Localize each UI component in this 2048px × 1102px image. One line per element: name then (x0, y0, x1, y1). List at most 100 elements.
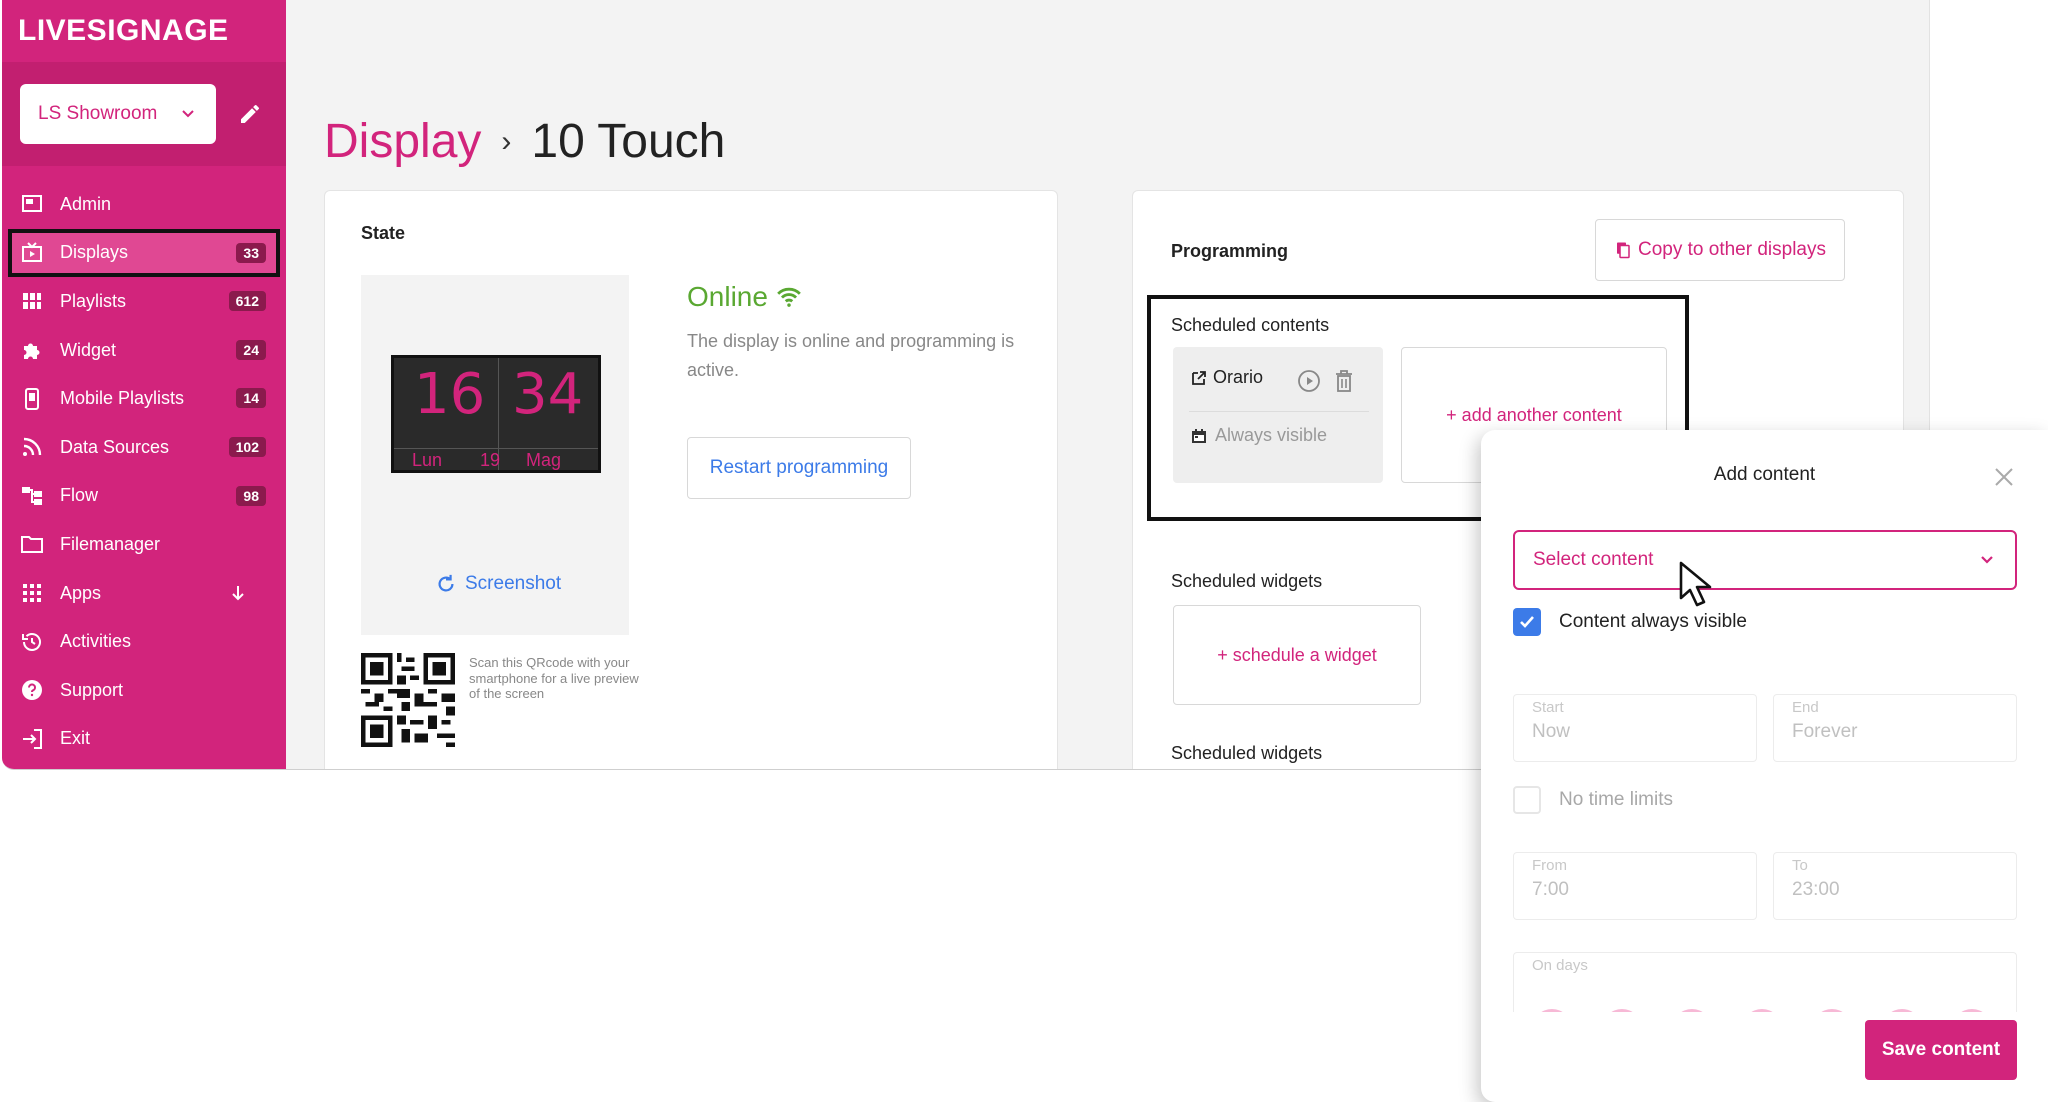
save-content-button[interactable]: Save content (1865, 1020, 2017, 1080)
day-toggle[interactable] (1812, 1009, 1852, 1012)
close-icon[interactable] (1993, 466, 2015, 488)
sidebar-item-label: Mobile Playlists (60, 388, 185, 409)
tile-divider (1189, 411, 1369, 412)
sidebar-item-label: Data Sources (60, 436, 170, 457)
sidebar-item-data-sources[interactable]: Data Sources 102 (2, 423, 286, 472)
sidebar-item-apps[interactable]: Apps (2, 569, 286, 618)
refresh-icon (438, 574, 454, 592)
external-link-icon (1192, 370, 1206, 385)
end-label: End (1792, 699, 1819, 716)
state-title: State (361, 223, 406, 243)
history-icon (22, 632, 41, 651)
monitor-icon (22, 195, 42, 213)
sidebar-item-displays[interactable]: Displays 33 (8, 228, 280, 278)
qr-code-icon (361, 653, 455, 747)
screenshot-label: Screenshot (465, 573, 562, 594)
chevron-down-icon (1981, 556, 1993, 564)
sidebar-item-exit[interactable]: Exit (2, 715, 286, 764)
folder-icon (21, 536, 43, 554)
days-label: On days (1532, 957, 1588, 974)
tenant-select[interactable]: LS Showroom (20, 84, 216, 144)
content-item[interactable]: Orario Always visible (1173, 347, 1383, 483)
qr-instructions: Scan this QRcode with your smartphone fo… (469, 655, 639, 702)
panel-title: Add content (1713, 464, 1816, 485)
puzzle-icon (24, 343, 40, 360)
breadcrumb-section[interactable]: Display (324, 114, 481, 169)
always-visible-checkbox[interactable] (1513, 608, 1541, 636)
scheduled-widgets-label-2: Scheduled widgets (1171, 743, 1323, 763)
count-badge: 102 (228, 436, 266, 457)
sidebar-item-filemanager[interactable]: Filemanager (2, 520, 286, 569)
from-label: From (1532, 857, 1567, 874)
no-time-limits-label: No time limits (1559, 789, 1674, 810)
content-name-label: Orario (1213, 367, 1264, 387)
always-visible-label: Content always visible (1559, 611, 1747, 632)
clock-date: 19 (480, 450, 501, 470)
from-value: 7:00 (1532, 879, 1569, 900)
sidebar-item-activities[interactable]: Activities (2, 617, 286, 666)
no-time-limits-checkbox[interactable] (1513, 786, 1541, 814)
sidebar-item-mobile-playlists[interactable]: Mobile Playlists 14 (2, 374, 286, 423)
day-toggle[interactable] (1602, 1009, 1642, 1012)
clock-divider (394, 448, 598, 449)
mouse-pointer-icon (1679, 561, 1712, 607)
breadcrumb-separator: › (501, 124, 512, 158)
sidebar-item-label: Apps (60, 582, 102, 603)
always-visible-row[interactable]: Content always visible (1513, 608, 1747, 636)
count-badge: 24 (236, 339, 266, 360)
day-toggle[interactable] (1882, 1009, 1922, 1012)
to-field[interactable]: To 23:00 (1773, 852, 2017, 920)
no-time-limits-row[interactable]: No time limits (1513, 786, 1673, 814)
restart-programming-button[interactable]: Restart programming (687, 437, 911, 499)
status-description: The display is online and programming is… (687, 331, 1015, 380)
sidebar-item-flow[interactable]: Flow 98 (2, 472, 286, 521)
play-circle-icon[interactable] (1297, 369, 1321, 393)
start-label: Start (1532, 699, 1564, 716)
tenant-select-label: LS Showroom (38, 103, 158, 124)
day-toggle[interactable] (1952, 1009, 1992, 1012)
logout-icon (23, 728, 42, 749)
copy-icon (1617, 242, 1630, 259)
day-toggle[interactable] (1672, 1009, 1712, 1012)
select-content-dropdown[interactable]: Select content (1513, 530, 2017, 590)
sidebar-nav: Admin Displays 33 Playlists 612 Widget 2… (2, 180, 286, 763)
start-value: Now (1532, 721, 1571, 742)
mobile-icon (25, 387, 39, 410)
clock-minutes: 34 (512, 362, 584, 427)
trash-icon[interactable] (1333, 369, 1355, 393)
count-badge: 14 (236, 388, 266, 409)
scheduled-widgets-label: Scheduled widgets (1171, 571, 1323, 591)
sidebar: LIVESIGNAGE LS Showroom Admin Displays 3… (2, 0, 286, 769)
scheduled-contents-label: Scheduled contents (1171, 315, 1330, 335)
copy-label: Copy to other displays (1638, 239, 1826, 260)
count-badge: 33 (236, 242, 266, 263)
tenant-area: LS Showroom (2, 62, 286, 166)
sidebar-item-support[interactable]: Support (2, 666, 286, 715)
from-field[interactable]: From 7:00 (1513, 852, 1757, 920)
checkmark-icon (1520, 616, 1534, 628)
status-label: Online (687, 281, 768, 312)
sidebar-item-widget[interactable]: Widget 24 (2, 326, 286, 375)
help-circle-icon (22, 680, 42, 701)
tv-icon (22, 242, 42, 262)
content-name: Orario (1191, 367, 1263, 388)
grid-icon (23, 293, 41, 310)
pencil-icon[interactable] (238, 102, 262, 126)
sidebar-item-playlists[interactable]: Playlists 612 (2, 277, 286, 326)
copy-to-displays-button[interactable]: Copy to other displays (1595, 219, 1845, 281)
count-badge: 98 (236, 485, 266, 506)
apps-grid-icon (23, 584, 41, 603)
sidebar-item-label: Playlists (60, 290, 127, 311)
day-toggle[interactable] (1742, 1009, 1782, 1012)
schedule-widget-button[interactable]: + schedule a widget (1173, 605, 1421, 705)
end-value: Forever (1792, 721, 1858, 742)
end-field[interactable]: End Forever (1773, 694, 2017, 762)
logo: LIVESIGNAGE (18, 14, 229, 47)
screenshot-button[interactable]: Screenshot (435, 573, 561, 595)
arrow-down-icon (232, 585, 244, 601)
day-toggle[interactable] (1532, 1009, 1572, 1012)
start-field[interactable]: Start Now (1513, 694, 1757, 762)
add-content-panel: Add content Select content Content alway… (1481, 430, 2048, 1102)
clock-preview: 16 34 Lun 19 Mag (391, 355, 601, 473)
sidebar-item-admin[interactable]: Admin (2, 180, 286, 229)
